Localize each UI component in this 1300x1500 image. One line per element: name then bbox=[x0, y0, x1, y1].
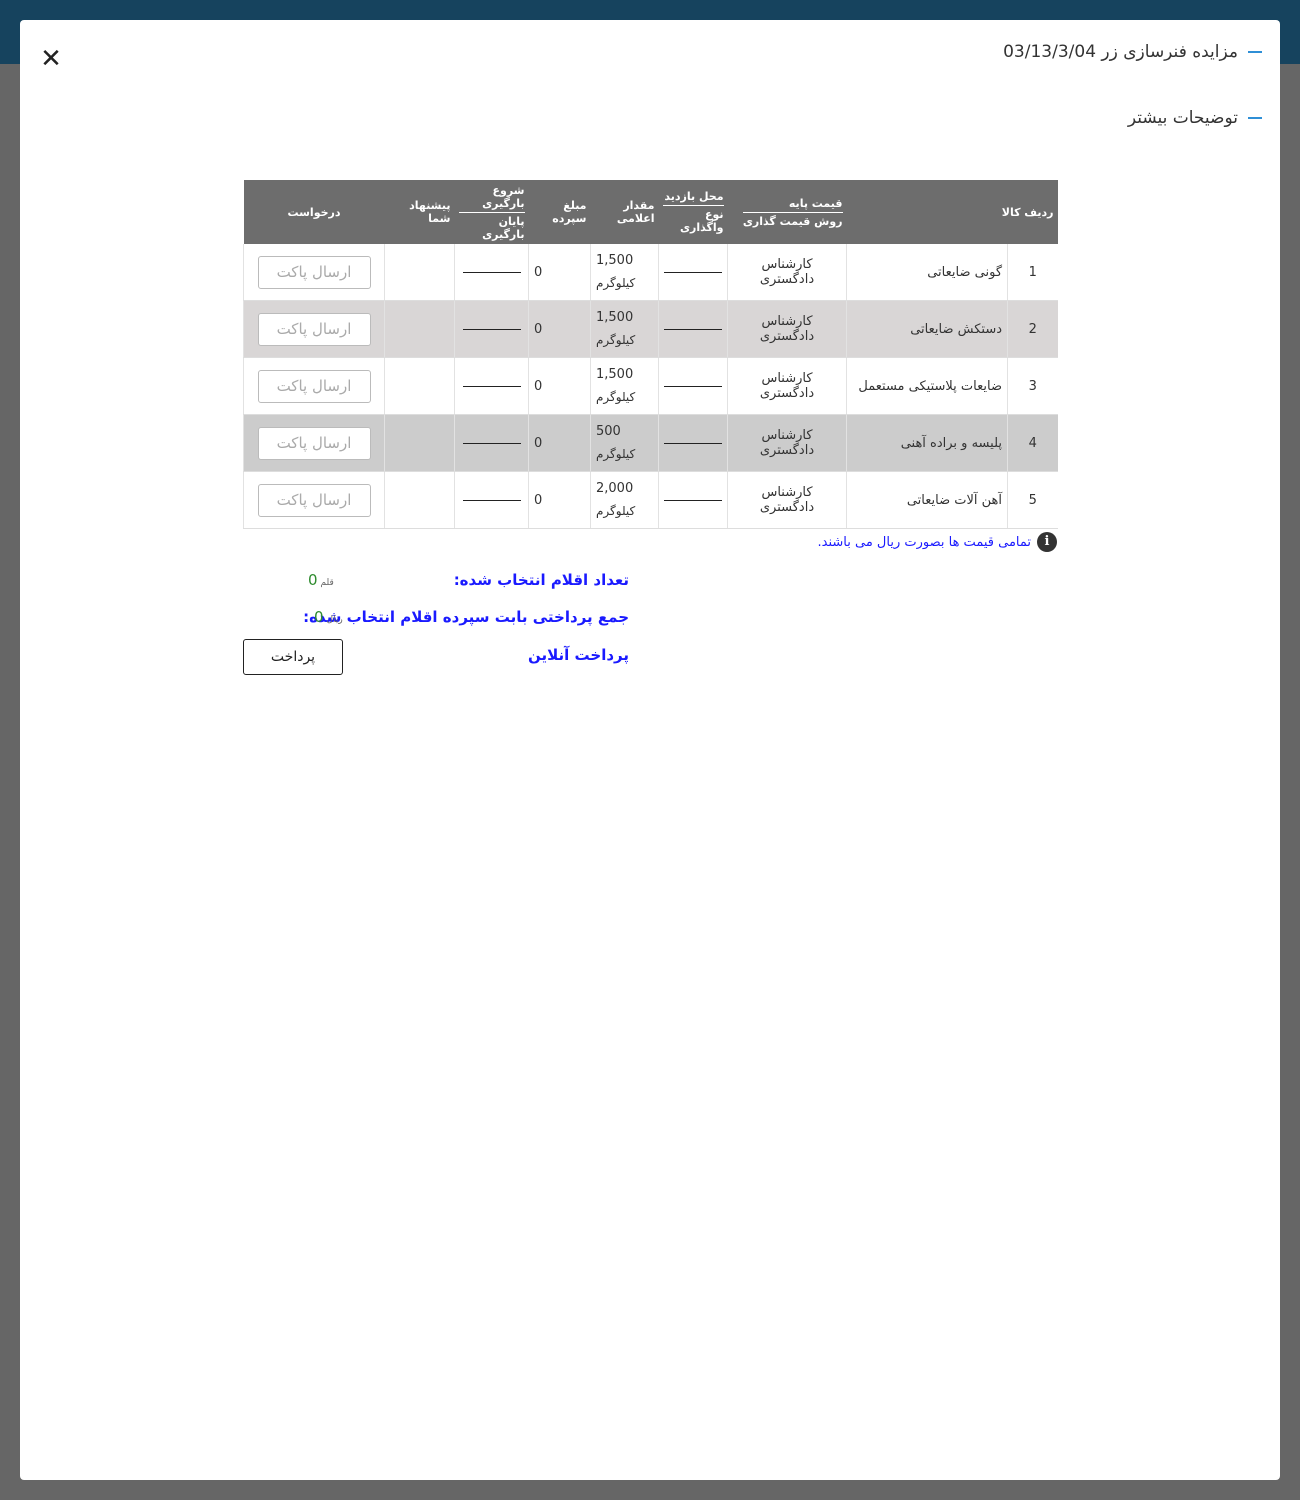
send-envelope-button[interactable]: ارسال پاکت bbox=[257, 483, 371, 517]
col-visit-place: محل بازدید نوع واگذاری bbox=[658, 180, 728, 244]
deposit-amount: 0 bbox=[528, 300, 591, 358]
pricing-method: کارشناس دادگستری bbox=[727, 357, 847, 415]
item-name: پلیسه و براده آهنی bbox=[845, 414, 1008, 472]
your-offer-cell bbox=[384, 357, 455, 415]
request-cell: ارسال پاکت bbox=[243, 471, 385, 529]
table-header-row: ردیف کالا قیمت پایه روش قیمت گذاری محل ب… bbox=[243, 180, 1058, 244]
info-icon: i bbox=[1037, 532, 1057, 552]
selected-count-value: قلم0 bbox=[308, 571, 334, 589]
pay-button[interactable]: پرداخت bbox=[243, 639, 343, 675]
total-deposit-value: ریال0 bbox=[314, 608, 343, 626]
col-row-item: ردیف کالا bbox=[846, 180, 1058, 244]
total-deposit-unit: ریال bbox=[326, 615, 343, 625]
send-envelope-button[interactable]: ارسال پاکت bbox=[257, 426, 371, 460]
request-cell: ارسال پاکت bbox=[243, 300, 385, 358]
items-table: ردیف کالا قیمت پایه روش قیمت گذاری محل ب… bbox=[243, 180, 1058, 529]
total-deposit-label: جمع پرداختی بابت سپرده اقلام انتخاب شده: bbox=[303, 608, 629, 626]
loading-dates-empty bbox=[454, 357, 529, 415]
deposit-amount: 0 bbox=[528, 414, 591, 472]
announced-qty: 500 کیلوگرم bbox=[590, 414, 659, 472]
request-cell: ارسال پاکت bbox=[243, 357, 385, 415]
pricing-method: کارشناس دادگستری bbox=[727, 471, 847, 529]
title-dash bbox=[1248, 51, 1262, 53]
online-payment-label: پرداخت آنلاین bbox=[527, 646, 629, 664]
modal-title: مزایده فنرسازی زر 03/13/3/04 bbox=[1003, 42, 1262, 62]
item-name: آهن آلات ضایعاتی bbox=[845, 471, 1008, 529]
announced-qty: 1,500 کیلوگرم bbox=[590, 357, 659, 415]
your-offer-cell bbox=[384, 244, 455, 301]
row-number: 5 bbox=[1007, 471, 1058, 529]
request-cell: ارسال پاکت bbox=[243, 414, 385, 472]
table-row: 1 گونی ضایعاتی کارشناس دادگستری 1,500 کیل… bbox=[243, 244, 1058, 301]
close-icon[interactable]: ✕ bbox=[38, 46, 64, 72]
selected-count-unit: قلم bbox=[320, 578, 334, 588]
modal-title-text: مزایده فنرسازی زر 03/13/3/04 bbox=[1003, 42, 1238, 62]
send-envelope-button[interactable]: ارسال پاکت bbox=[257, 369, 371, 403]
visit-place-empty bbox=[658, 357, 728, 415]
table-row: 3 ضایعات پلاستیکی مستعمل کارشناس دادگستر… bbox=[243, 357, 1058, 415]
announced-qty: 1,500 کیلوگرم bbox=[590, 244, 659, 301]
col-loading: شروع بارگیری پایان بارگیری bbox=[454, 180, 529, 244]
items-table-wrap: ردیف کالا قیمت پایه روش قیمت گذاری محل ب… bbox=[243, 180, 1058, 529]
selected-count-label: تعداد اقلام انتخاب شده: bbox=[453, 571, 629, 589]
row-number: 1 bbox=[1007, 244, 1058, 301]
row-number: 3 bbox=[1007, 357, 1058, 415]
row-number: 4 bbox=[1007, 414, 1058, 472]
heading-dash bbox=[1248, 117, 1262, 119]
table-row: 5 آهن آلات ضایعاتی کارشناس دادگستری 2,00… bbox=[243, 471, 1058, 529]
item-name: ضایعات پلاستیکی مستعمل bbox=[845, 357, 1008, 415]
request-cell: ارسال پاکت bbox=[243, 244, 385, 301]
col-base-price: قیمت پایه روش قیمت گذاری bbox=[727, 180, 847, 244]
more-details-text: توضیحات بیشتر bbox=[1127, 108, 1238, 128]
loading-dates-empty bbox=[454, 471, 529, 529]
deposit-amount: 0 bbox=[528, 357, 591, 415]
announced-qty: 1,500 کیلوگرم bbox=[590, 300, 659, 358]
send-envelope-button[interactable]: ارسال پاکت bbox=[257, 312, 371, 346]
your-offer-cell bbox=[384, 300, 455, 358]
visit-place-empty bbox=[658, 300, 728, 358]
announced-qty: 2,000 کیلوگرم bbox=[590, 471, 659, 529]
deposit-amount: 0 bbox=[528, 471, 591, 529]
your-offer-cell bbox=[384, 414, 455, 472]
item-name: گونی ضایعاتی bbox=[845, 244, 1008, 301]
visit-place-empty bbox=[658, 414, 728, 472]
currency-note-text: تمامی قیمت ها بصورت ریال می باشند. bbox=[817, 534, 1032, 550]
table-row: 4 پلیسه و براده آهنی کارشناس دادگستری 50… bbox=[243, 414, 1058, 472]
loading-dates-empty bbox=[454, 300, 529, 358]
col-request: درخواست bbox=[243, 180, 385, 244]
visit-place-empty bbox=[658, 244, 728, 301]
your-offer-cell bbox=[384, 471, 455, 529]
send-envelope-button[interactable]: ارسال پاکت bbox=[257, 255, 371, 289]
pricing-method: کارشناس دادگستری bbox=[727, 300, 847, 358]
col-your-offer: پیشنهاد شما bbox=[384, 180, 455, 244]
loading-dates-empty bbox=[454, 414, 529, 472]
pricing-method: کارشناس دادگستری bbox=[727, 244, 847, 301]
more-details-heading[interactable]: توضیحات بیشتر bbox=[1128, 108, 1262, 128]
col-announced-qty: مقدار اعلامی bbox=[590, 180, 659, 244]
loading-dates-empty bbox=[454, 244, 529, 301]
col-deposit: مبلغ سپرده bbox=[528, 180, 591, 244]
auction-details-modal: ✕ مزایده فنرسازی زر 03/13/3/04 توضیحات ب… bbox=[20, 20, 1280, 1480]
row-number: 2 bbox=[1007, 300, 1058, 358]
currency-note: i تمامی قیمت ها بصورت ریال می باشند. bbox=[243, 532, 1057, 552]
pricing-method: کارشناس دادگستری bbox=[727, 414, 847, 472]
deposit-amount: 0 bbox=[528, 244, 591, 301]
visit-place-empty bbox=[658, 471, 728, 529]
item-name: دستکش ضایعاتی bbox=[845, 300, 1008, 358]
table-row: 2 دستکش ضایعاتی کارشناس دادگستری 1,500 کی… bbox=[243, 300, 1058, 358]
